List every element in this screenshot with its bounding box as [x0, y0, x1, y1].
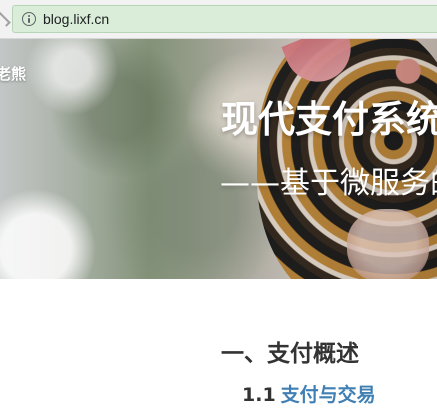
article-content: 一、支付概述 1.1 支付与交易 — [0, 279, 437, 418]
subsection-number: 1.1 — [242, 384, 276, 406]
hero-image-overlay — [0, 39, 437, 279]
info-icon[interactable] — [22, 12, 36, 26]
hero-subtitle: ——基于微服务的 — [220, 166, 437, 201]
back-arrow-icon[interactable] — [0, 11, 11, 27]
subsection-heading: 1.1 支付与交易 — [242, 383, 376, 407]
browser-window: blog.lixf.cn 老熊 现代支付系统 ——基于微服务的 一、支付概述 1… — [0, 0, 437, 418]
section-heading: 一、支付概述 — [221, 341, 359, 368]
hero-title: 现代支付系统 — [221, 98, 437, 141]
browser-toolbar: blog.lixf.cn — [0, 0, 437, 39]
subsection-link[interactable]: 支付与交易 — [281, 384, 376, 406]
address-bar[interactable]: blog.lixf.cn — [12, 5, 437, 33]
url-text[interactable]: blog.lixf.cn — [43, 10, 109, 28]
site-brand[interactable]: 老熊 — [0, 63, 26, 84]
blog-hero-banner: 老熊 现代支付系统 ——基于微服务的 — [0, 39, 437, 279]
